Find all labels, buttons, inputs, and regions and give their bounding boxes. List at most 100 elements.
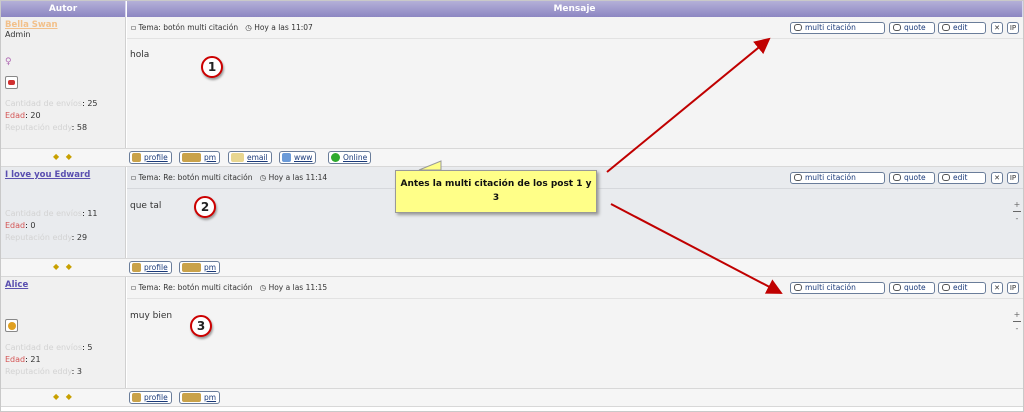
posts-count: 25 [87, 99, 98, 108]
profile-button[interactable]: profile [129, 151, 172, 164]
quote-button[interactable]: quote [889, 172, 935, 184]
online-status: Online [328, 151, 372, 164]
email-button[interactable]: email [228, 151, 272, 164]
minus-icon[interactable]: - [1013, 324, 1021, 333]
expand-collapse-control[interactable]: + - [1013, 200, 1021, 223]
delete-button[interactable]: ✕ [991, 22, 1003, 34]
www-label: www [294, 153, 313, 162]
post-3-user-stats: Cantidad de envíos: 5 Edad: 21 Reputació… [5, 343, 93, 376]
minus-icon[interactable]: - [1013, 214, 1021, 223]
post-1-author-panel: Bella Swan Admin ♀ Cantidad de envíos: 2… [1, 17, 126, 148]
ip-button[interactable]: IP [1007, 172, 1019, 184]
move-arrows-icon[interactable]: ◆ ◆ [53, 152, 74, 161]
delete-button[interactable]: ✕ [991, 282, 1003, 294]
post-1-username-link[interactable]: Bella Swan [1, 17, 125, 30]
post-1-topic: Tema: botón multi citación [138, 23, 239, 32]
expand-collapse-control[interactable]: + - [1013, 310, 1021, 333]
annotation-circle-1: 1 [201, 56, 223, 78]
delete-button[interactable]: ✕ [991, 172, 1003, 184]
post-3-username-link[interactable]: Alice [1, 277, 125, 290]
multi-quote-label: multi citación [805, 173, 856, 182]
users-icon [182, 263, 201, 272]
age-value: 20 [30, 111, 41, 120]
pencil-icon [942, 174, 950, 181]
posts-label: Cantidad de envíos [5, 343, 83, 352]
quote-label: quote [904, 23, 926, 32]
plus-icon[interactable]: + [1013, 310, 1021, 319]
post-icon: ▫ [131, 283, 137, 292]
multi-quote-button[interactable]: multi citación [790, 282, 885, 294]
clock-icon: ◷ [259, 283, 267, 292]
post-3-rank-icon [5, 319, 18, 332]
profile-label: profile [144, 263, 168, 272]
post-2-author-panel: I love you Edward Cantidad de envíos: 11… [1, 167, 126, 258]
post-icon: ▫ [131, 23, 137, 32]
pencil-icon [942, 284, 950, 291]
annotation-circle-2: 2 [194, 196, 216, 218]
edit-button[interactable]: edit [938, 172, 986, 184]
annotation-circle-3: 3 [190, 315, 212, 337]
profile-button[interactable]: profile [129, 391, 172, 404]
post-2-username-link[interactable]: I love you Edward [1, 167, 125, 180]
post-1-time: Hoy a las 11:07 [254, 23, 313, 32]
pm-label: pm [204, 153, 217, 162]
profile-label: profile [144, 153, 168, 162]
multi-quote-button[interactable]: multi citación [790, 172, 885, 184]
post-1-body: hola [130, 50, 150, 60]
pm-label: pm [204, 263, 217, 272]
reputation-label: Reputación eddy [5, 233, 72, 242]
quote-label: quote [904, 173, 926, 182]
move-arrows-icon[interactable]: ◆ ◆ [53, 392, 74, 401]
online-label: Online [343, 153, 368, 162]
post-3-body: muy bien [130, 311, 173, 321]
post-1-user-role: Admin [5, 30, 31, 39]
plus-icon[interactable]: + [1013, 200, 1021, 209]
multi-quote-label: multi citación [805, 23, 856, 32]
reputation-value: 3 [76, 367, 83, 376]
edit-label: edit [953, 173, 968, 182]
pm-button[interactable]: pm [179, 261, 221, 274]
multi-quote-button[interactable]: multi citación [790, 22, 885, 34]
pm-button[interactable]: pm [179, 391, 221, 404]
callout-note: Antes la multi citación de los post 1 y … [395, 170, 597, 213]
profile-label: profile [144, 393, 168, 402]
post-3-time: Hoy a las 11:15 [268, 283, 328, 292]
age-value: 21 [30, 355, 41, 364]
speech-bubble-icon [893, 24, 901, 31]
post-2-topic: Tema: Re: botón multi citación [138, 173, 253, 182]
posts-count: 5 [87, 343, 93, 352]
post-2-time: Hoy a las 11:14 [268, 173, 328, 182]
posts-count: 11 [87, 209, 98, 218]
ip-button[interactable]: IP [1007, 282, 1019, 294]
post-2-user-stats: Cantidad de envíos: 11 Edad: 0 Reputació… [5, 209, 98, 242]
edit-button[interactable]: edit [938, 282, 986, 294]
move-arrows-icon[interactable]: ◆ ◆ [53, 262, 74, 271]
edit-label: edit [953, 23, 968, 32]
edit-button[interactable]: edit [938, 22, 986, 34]
age-label: Edad [5, 355, 26, 364]
multi-quote-label: multi citación [805, 283, 856, 292]
clock-icon: ◷ [259, 173, 267, 182]
post-icon: ▫ [131, 173, 137, 182]
ip-button[interactable]: IP [1007, 22, 1019, 34]
quote-button[interactable]: quote [889, 22, 935, 34]
user-icon [132, 263, 141, 272]
author-column-header: Autor [1, 1, 126, 17]
quote-button[interactable]: quote [889, 282, 935, 294]
pm-button[interactable]: pm [179, 151, 221, 164]
message-column-header: Mensaje [127, 1, 1023, 17]
posts-label: Cantidad de envíos [5, 99, 83, 108]
speech-bubble-icon [794, 174, 802, 181]
profile-button[interactable]: profile [129, 261, 172, 274]
gender-female-icon: ♀ [5, 57, 12, 67]
pm-label: pm [204, 393, 217, 402]
house-icon [282, 153, 291, 162]
www-button[interactable]: www [279, 151, 317, 164]
users-icon [182, 153, 201, 162]
post-2-footer: ◆ ◆ profile pm [1, 258, 1023, 277]
post-1-footer: ◆ ◆ profile pm email www Online [1, 148, 1023, 167]
post-1-message-panel: ▫ Tema: botón multi citación ◷ Hoy a las… [127, 17, 1023, 148]
user-icon [132, 393, 141, 402]
email-label: email [247, 153, 268, 162]
reputation-label: Reputación eddy [5, 123, 72, 132]
